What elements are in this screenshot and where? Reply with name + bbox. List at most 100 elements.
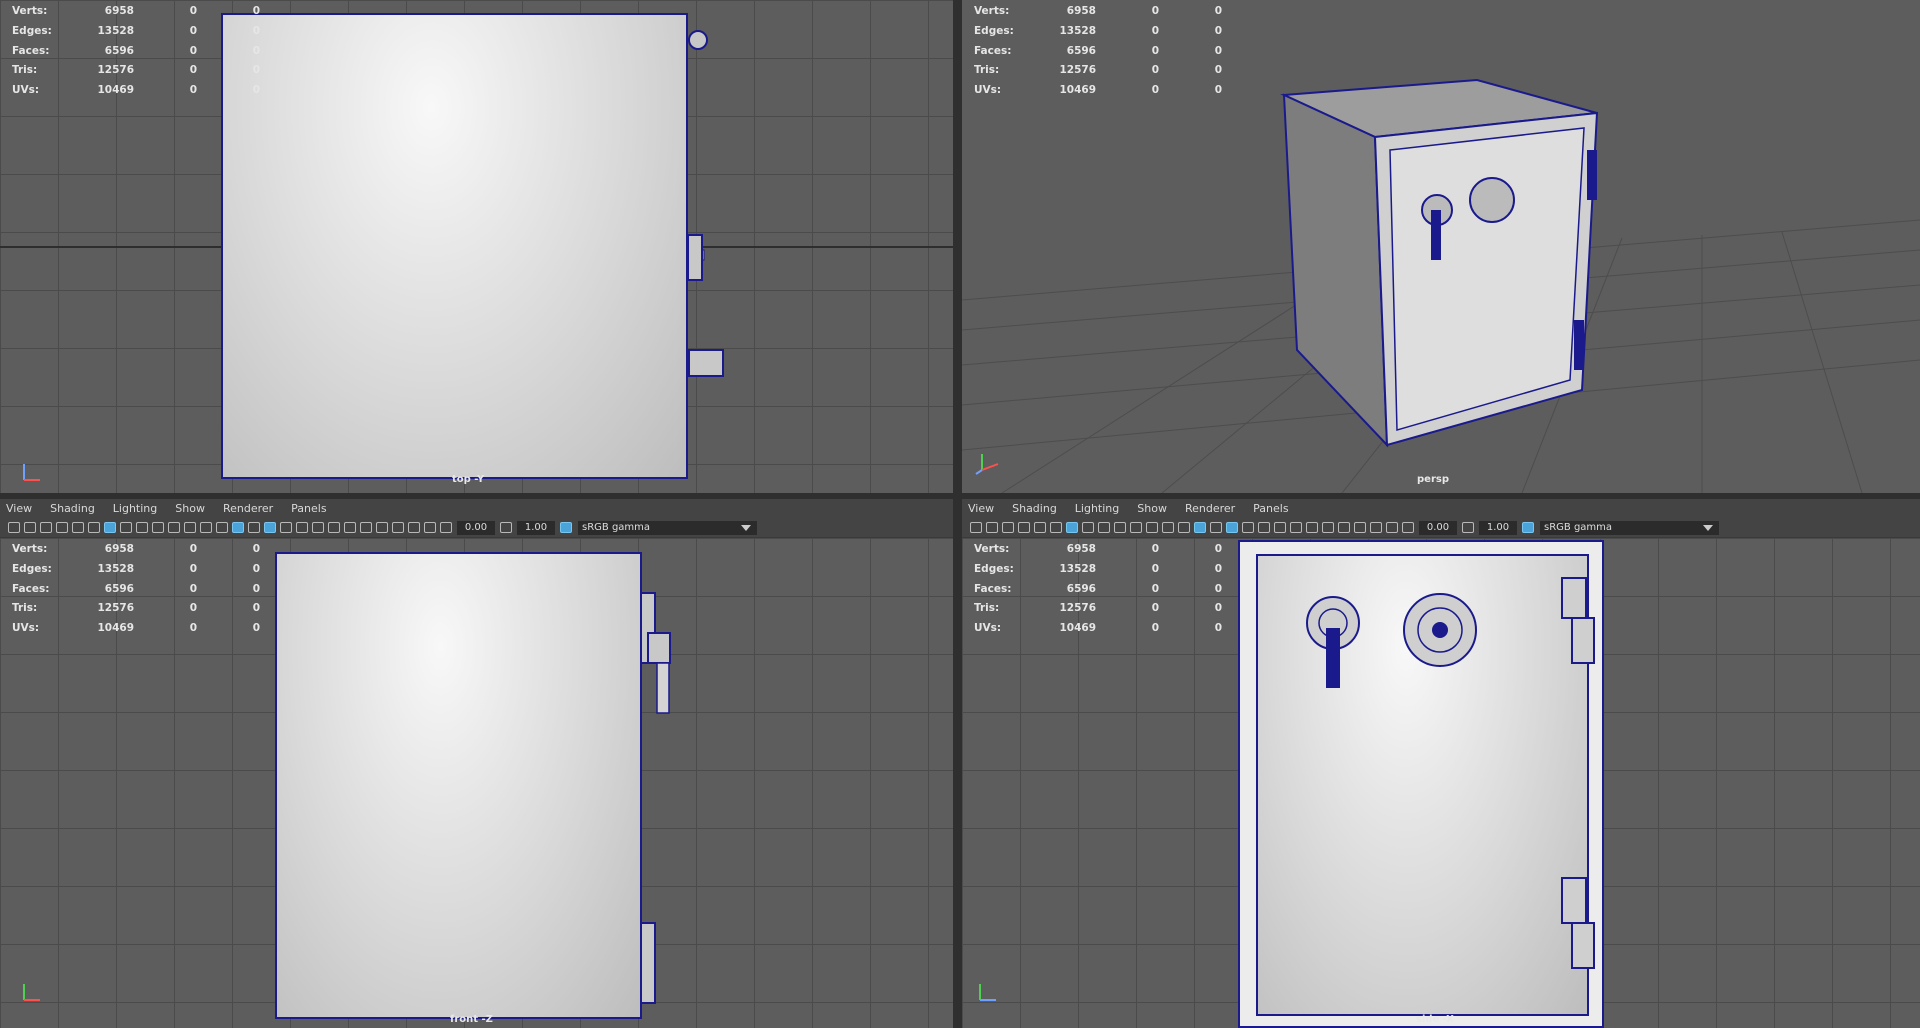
poly-count-hud: Verts: 6958 0 0 Edges: 13528 0 0 Faces: 6596 0 0 … (12, 5, 260, 97)
image-plane-icon[interactable] (1018, 522, 1030, 533)
chevron-down-icon (741, 524, 751, 531)
ambient-occlusion-icon[interactable] (1290, 522, 1302, 533)
view-transform-dropdown[interactable]: sRGB gamma (1540, 520, 1719, 535)
resolution-gate-icon[interactable] (136, 522, 148, 533)
pane-splitter-horizontal[interactable] (0, 493, 1920, 499)
menu-renderer[interactable]: Renderer (223, 502, 273, 515)
shadows-icon[interactable] (312, 522, 324, 533)
gate-mask-icon[interactable] (1114, 522, 1126, 533)
viewport-persp[interactable]: Verts: 6958 0 0 Edges: 13528 0 0 Faces: 6596 0 0 … (962, 0, 1920, 493)
menu-shading[interactable]: Shading (50, 502, 95, 515)
default-material-icon[interactable] (248, 522, 260, 533)
xray-joints-icon[interactable] (1370, 522, 1382, 533)
viewport-top[interactable]: Verts: 6958 0 0 Edges: 13528 0 0 Faces: 6596 0 0 … (0, 0, 953, 493)
textured-icon[interactable] (1242, 522, 1254, 533)
smooth-shade-icon[interactable] (1194, 522, 1206, 533)
menu-show[interactable]: Show (1137, 502, 1167, 515)
gamma-field[interactable]: 1.00 (1479, 520, 1517, 535)
axis-gizmo-icon (23, 464, 40, 481)
resolution-gate-icon[interactable] (1098, 522, 1110, 533)
image-plane-icon[interactable] (56, 522, 68, 533)
xray-icon[interactable] (1354, 522, 1366, 533)
view-transform-dropdown[interactable]: sRGB gamma (578, 520, 757, 535)
viewport-front[interactable]: Verts: 6958 0 0 Edges: 13528 0 0 Faces: 6596 0 0 … (0, 538, 953, 1028)
wireframe-on-shaded-icon[interactable] (1226, 522, 1238, 533)
xray-components-icon[interactable] (424, 522, 436, 533)
2d-pan-icon[interactable] (72, 522, 84, 533)
smooth-shade-icon[interactable] (232, 522, 244, 533)
xray-joints-icon[interactable] (408, 522, 420, 533)
safe-side-hardware (640, 592, 671, 1004)
default-material-icon[interactable] (1210, 522, 1222, 533)
bookmark-icon[interactable] (40, 522, 52, 533)
viewport-side[interactable]: Verts: 6958 0 0 Edges: 13528 0 0 Faces: 6596 0 0 … (962, 538, 1920, 1028)
poly-count-hud: Verts: 6958 0 0 Edges: 13528 0 0 Faces: 6596 0 0 … (974, 543, 1222, 635)
pane-splitter-vertical[interactable] (953, 0, 962, 1028)
film-gate-icon[interactable] (1082, 522, 1094, 533)
menu-lighting[interactable]: Lighting (113, 502, 157, 515)
camera-label: persp (1417, 474, 1449, 485)
grease-pencil-icon[interactable] (88, 522, 100, 533)
menu-panels[interactable]: Panels (291, 502, 326, 515)
menu-lighting[interactable]: Lighting (1075, 502, 1119, 515)
menu-shading[interactable]: Shading (1012, 502, 1057, 515)
safe-front-silhouette[interactable] (275, 552, 642, 1019)
safe-title-icon[interactable] (200, 522, 212, 533)
bookmark-icon[interactable] (1002, 522, 1014, 533)
safe-title-icon[interactable] (1162, 522, 1174, 533)
gate-mask-icon[interactable] (152, 522, 164, 533)
ambient-occlusion-icon[interactable] (328, 522, 340, 533)
textured-icon[interactable] (280, 522, 292, 533)
camera-icon[interactable] (970, 522, 982, 533)
exposure-field[interactable]: 0.00 (457, 520, 495, 535)
gamma-field[interactable]: 1.00 (517, 520, 555, 535)
menu-view[interactable]: View (6, 502, 32, 515)
field-chart-icon[interactable] (168, 522, 180, 533)
xray-components-icon[interactable] (1386, 522, 1398, 533)
color-management-icon[interactable] (1522, 522, 1534, 533)
panel-menubar: View Shading Lighting Show Renderer Pane… (962, 499, 1920, 518)
shadows-icon[interactable] (1274, 522, 1286, 533)
gamma-icon[interactable] (500, 522, 512, 533)
safe-top-silhouette[interactable] (221, 13, 688, 479)
exposure-field[interactable]: 0.00 (1419, 520, 1457, 535)
safe-action-icon[interactable] (1146, 522, 1158, 533)
poly-count-hud: Verts: 6958 0 0 Edges: 13528 0 0 Faces: 6596 0 0 … (974, 5, 1222, 97)
menu-show[interactable]: Show (175, 502, 205, 515)
safe-door-hardware (1306, 577, 1595, 969)
safe-action-icon[interactable] (184, 522, 196, 533)
isolate-select-icon[interactable] (1338, 522, 1350, 533)
xray-icon[interactable] (392, 522, 404, 533)
grid-icon[interactable] (1066, 522, 1078, 533)
camera-attr-icon[interactable] (986, 522, 998, 533)
wireframe-on-shaded-icon[interactable] (264, 522, 276, 533)
wireframe-icon[interactable] (1178, 522, 1190, 533)
exposure-icon[interactable] (440, 522, 452, 533)
lighting-icon[interactable] (296, 522, 308, 533)
film-gate-icon[interactable] (120, 522, 132, 533)
panel-toolbar: 0.00 1.00 sRGB gamma (0, 518, 953, 537)
isolate-select-icon[interactable] (376, 522, 388, 533)
gamma-icon[interactable] (1462, 522, 1474, 533)
menu-view[interactable]: View (968, 502, 994, 515)
antialias-icon[interactable] (344, 522, 356, 533)
lighting-icon[interactable] (1258, 522, 1270, 533)
camera-attr-icon[interactable] (24, 522, 36, 533)
antialias-icon[interactable] (1306, 522, 1318, 533)
camera-icon[interactable] (8, 522, 20, 533)
grid-icon[interactable] (104, 522, 116, 533)
exposure-icon[interactable] (1402, 522, 1414, 533)
color-management-icon[interactable] (560, 522, 572, 533)
safe-top-hardware (687, 30, 724, 377)
2d-pan-icon[interactable] (1034, 522, 1046, 533)
wireframe-icon[interactable] (216, 522, 228, 533)
field-chart-icon[interactable] (1130, 522, 1142, 533)
menu-renderer[interactable]: Renderer (1185, 502, 1235, 515)
panel-menubar: View Shading Lighting Show Renderer Pane… (0, 499, 953, 518)
depth-of-field-icon[interactable] (360, 522, 372, 533)
chevron-down-icon (1703, 524, 1713, 531)
axis-gizmo-icon (979, 984, 996, 1001)
menu-panels[interactable]: Panels (1253, 502, 1288, 515)
grease-pencil-icon[interactable] (1050, 522, 1062, 533)
depth-of-field-icon[interactable] (1322, 522, 1334, 533)
